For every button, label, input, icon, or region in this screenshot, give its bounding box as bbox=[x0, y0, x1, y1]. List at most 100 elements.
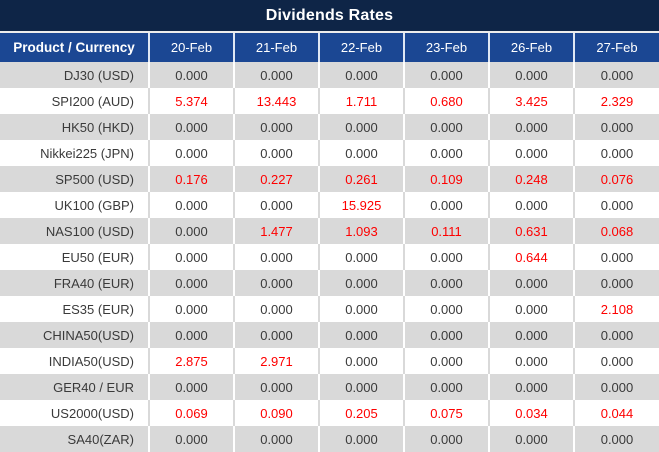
value-cell: 5.374 bbox=[149, 88, 235, 114]
product-cell: ES35 (EUR) bbox=[0, 296, 150, 322]
value-cell: 0.000 bbox=[489, 62, 575, 88]
table-row: SA40(ZAR) 0.000 0.000 0.000 0.000 0.000 0.000 bbox=[0, 426, 659, 452]
product-cell: Nikkei225 (JPN) bbox=[0, 140, 150, 166]
value-cell: 0.000 bbox=[319, 114, 405, 140]
product-cell: GER40 / EUR bbox=[0, 374, 150, 400]
value-cell: 0.069 bbox=[149, 400, 235, 426]
value-cell: 0.000 bbox=[319, 426, 405, 452]
value-cell: 0.000 bbox=[149, 270, 235, 296]
value-cell: 3.425 bbox=[489, 88, 575, 114]
value-cell: 0.000 bbox=[319, 270, 405, 296]
table-row: Nikkei225 (JPN) 0.000 0.000 0.000 0.000 0.000… bbox=[0, 140, 659, 166]
table-row: NAS100 (USD) 0.000 1.477 1.093 0.111 0.631 0.0… bbox=[0, 218, 659, 244]
value-cell: 0.205 bbox=[319, 400, 405, 426]
value-cell: 0.680 bbox=[404, 88, 490, 114]
title-bar: Dividends Rates bbox=[0, 0, 659, 33]
table-row: ES35 (EUR) 0.000 0.000 0.000 0.000 0.000 2.108 bbox=[0, 296, 659, 322]
value-cell: 0.000 bbox=[600, 379, 634, 395]
value-cell: 0.000 bbox=[489, 296, 575, 322]
value-cell: 0.176 bbox=[149, 166, 235, 192]
product-cell: DJ30 (USD) bbox=[0, 62, 150, 88]
value-cell: 0.000 bbox=[234, 244, 320, 270]
value-cell: 0.000 bbox=[404, 270, 490, 296]
value-cell: 1.711 bbox=[319, 88, 405, 114]
table-row: HK50 (HKD) 0.000 0.000 0.000 0.000 0.000 0.000 bbox=[0, 114, 659, 140]
value-cell: 0.000 bbox=[234, 192, 320, 218]
value-cell: 0.000 bbox=[149, 218, 235, 244]
value-cell: 0.000 bbox=[600, 67, 634, 83]
table-row: GER40 / EUR 0.000 0.000 0.000 0.000 0.000 0.00… bbox=[0, 374, 659, 400]
value-cell: 0.000 bbox=[404, 192, 490, 218]
product-cell: HK50 (HKD) bbox=[0, 114, 150, 140]
value-cell: 0.000 bbox=[234, 114, 320, 140]
value-cell: 0.000 bbox=[404, 322, 490, 348]
product-currency-column-header: Product / Currency bbox=[0, 33, 150, 62]
value-cell: 15.925 bbox=[319, 192, 405, 218]
value-cell: 0.000 bbox=[600, 197, 634, 213]
value-cell: 1.477 bbox=[234, 218, 320, 244]
table-row: DJ30 (USD) 0.000 0.000 0.000 0.000 0.000 0.000 bbox=[0, 62, 659, 88]
table-row: SP500 (USD) 0.176 0.227 0.261 0.109 0.248 0.07… bbox=[0, 166, 659, 192]
value-cell: 0.000 bbox=[489, 374, 575, 400]
value-cell: 0.034 bbox=[489, 400, 575, 426]
table-row: EU50 (EUR) 0.000 0.000 0.000 0.000 0.644 0.000 bbox=[0, 244, 659, 270]
value-cell: 0.000 bbox=[234, 270, 320, 296]
value-cell: 0.000 bbox=[149, 374, 235, 400]
value-cell: 0.000 bbox=[234, 140, 320, 166]
value-cell: 0.000 bbox=[600, 275, 634, 291]
value-cell: 1.093 bbox=[319, 218, 405, 244]
header-row: Product / Currency 20-Feb 21-Feb 22-Feb 23-… bbox=[0, 33, 659, 62]
value-cell: 0.000 bbox=[234, 296, 320, 322]
value-cell: 0.044 bbox=[600, 405, 634, 421]
value-cell: 0.000 bbox=[319, 374, 405, 400]
value-cell: 0.000 bbox=[234, 426, 320, 452]
table-row: UK100 (GBP) 0.000 0.000 15.925 0.000 0.000 0.0… bbox=[0, 192, 659, 218]
table-header: Product / Currency 20-Feb 21-Feb 22-Feb 23-… bbox=[0, 33, 659, 62]
value-cell: 0.000 bbox=[489, 348, 575, 374]
value-cell: 0.000 bbox=[600, 119, 634, 135]
table-row: INDIA50(USD) 2.875 2.971 0.000 0.000 0.000 0.0… bbox=[0, 348, 659, 374]
value-cell: 0.227 bbox=[234, 166, 320, 192]
value-cell: 2.971 bbox=[234, 348, 320, 374]
product-cell: SP500 (USD) bbox=[0, 166, 150, 192]
table-row: SPI200 (AUD) 5.374 13.443 1.711 0.680 3.425 2.… bbox=[0, 88, 659, 114]
value-cell: 0.000 bbox=[234, 62, 320, 88]
value-cell: 0.000 bbox=[600, 431, 634, 447]
product-cell: NAS100 (USD) bbox=[0, 218, 150, 244]
value-cell: 2.875 bbox=[149, 348, 235, 374]
value-cell: 0.000 bbox=[234, 322, 320, 348]
value-cell: 0.068 bbox=[600, 223, 634, 239]
value-cell: 0.075 bbox=[404, 400, 490, 426]
dividends-table: Product / Currency 20-Feb 21-Feb 22-Feb 23-… bbox=[0, 33, 659, 452]
value-cell: 0.000 bbox=[404, 374, 490, 400]
value-cell: 0.000 bbox=[404, 348, 490, 374]
product-cell: SA40(ZAR) bbox=[0, 426, 150, 452]
value-cell: 2.108 bbox=[600, 301, 634, 317]
value-cell: 0.000 bbox=[489, 270, 575, 296]
product-cell: US2000(USD) bbox=[0, 400, 150, 426]
value-cell: 0.000 bbox=[319, 140, 405, 166]
value-cell: 0.000 bbox=[489, 426, 575, 452]
value-cell: 0.000 bbox=[404, 140, 490, 166]
value-cell: 0.000 bbox=[489, 322, 575, 348]
value-cell: 0.000 bbox=[319, 296, 405, 322]
value-cell: 0.000 bbox=[319, 348, 405, 374]
value-cell: 0.000 bbox=[149, 114, 235, 140]
table-row: US2000(USD) 0.069 0.090 0.205 0.075 0.034 0.04… bbox=[0, 400, 659, 426]
value-cell: 2.329 bbox=[600, 93, 634, 109]
date-column-header: 23-Feb bbox=[404, 33, 490, 62]
value-cell: 0.000 bbox=[149, 426, 235, 452]
value-cell: 0.000 bbox=[600, 249, 634, 265]
value-cell: 0.000 bbox=[600, 327, 634, 343]
value-cell: 0.000 bbox=[404, 426, 490, 452]
value-cell: 0.076 bbox=[600, 171, 634, 187]
value-cell: 0.000 bbox=[489, 140, 575, 166]
value-cell: 0.631 bbox=[489, 218, 575, 244]
value-cell: 0.000 bbox=[404, 296, 490, 322]
date-column-header: 22-Feb bbox=[319, 33, 405, 62]
value-cell: 0.000 bbox=[489, 192, 575, 218]
table-row: CHINA50(USD) 0.000 0.000 0.000 0.000 0.000 0.0… bbox=[0, 322, 659, 348]
product-cell: UK100 (GBP) bbox=[0, 192, 150, 218]
value-cell: 0.000 bbox=[404, 114, 490, 140]
value-cell: 0.000 bbox=[489, 114, 575, 140]
